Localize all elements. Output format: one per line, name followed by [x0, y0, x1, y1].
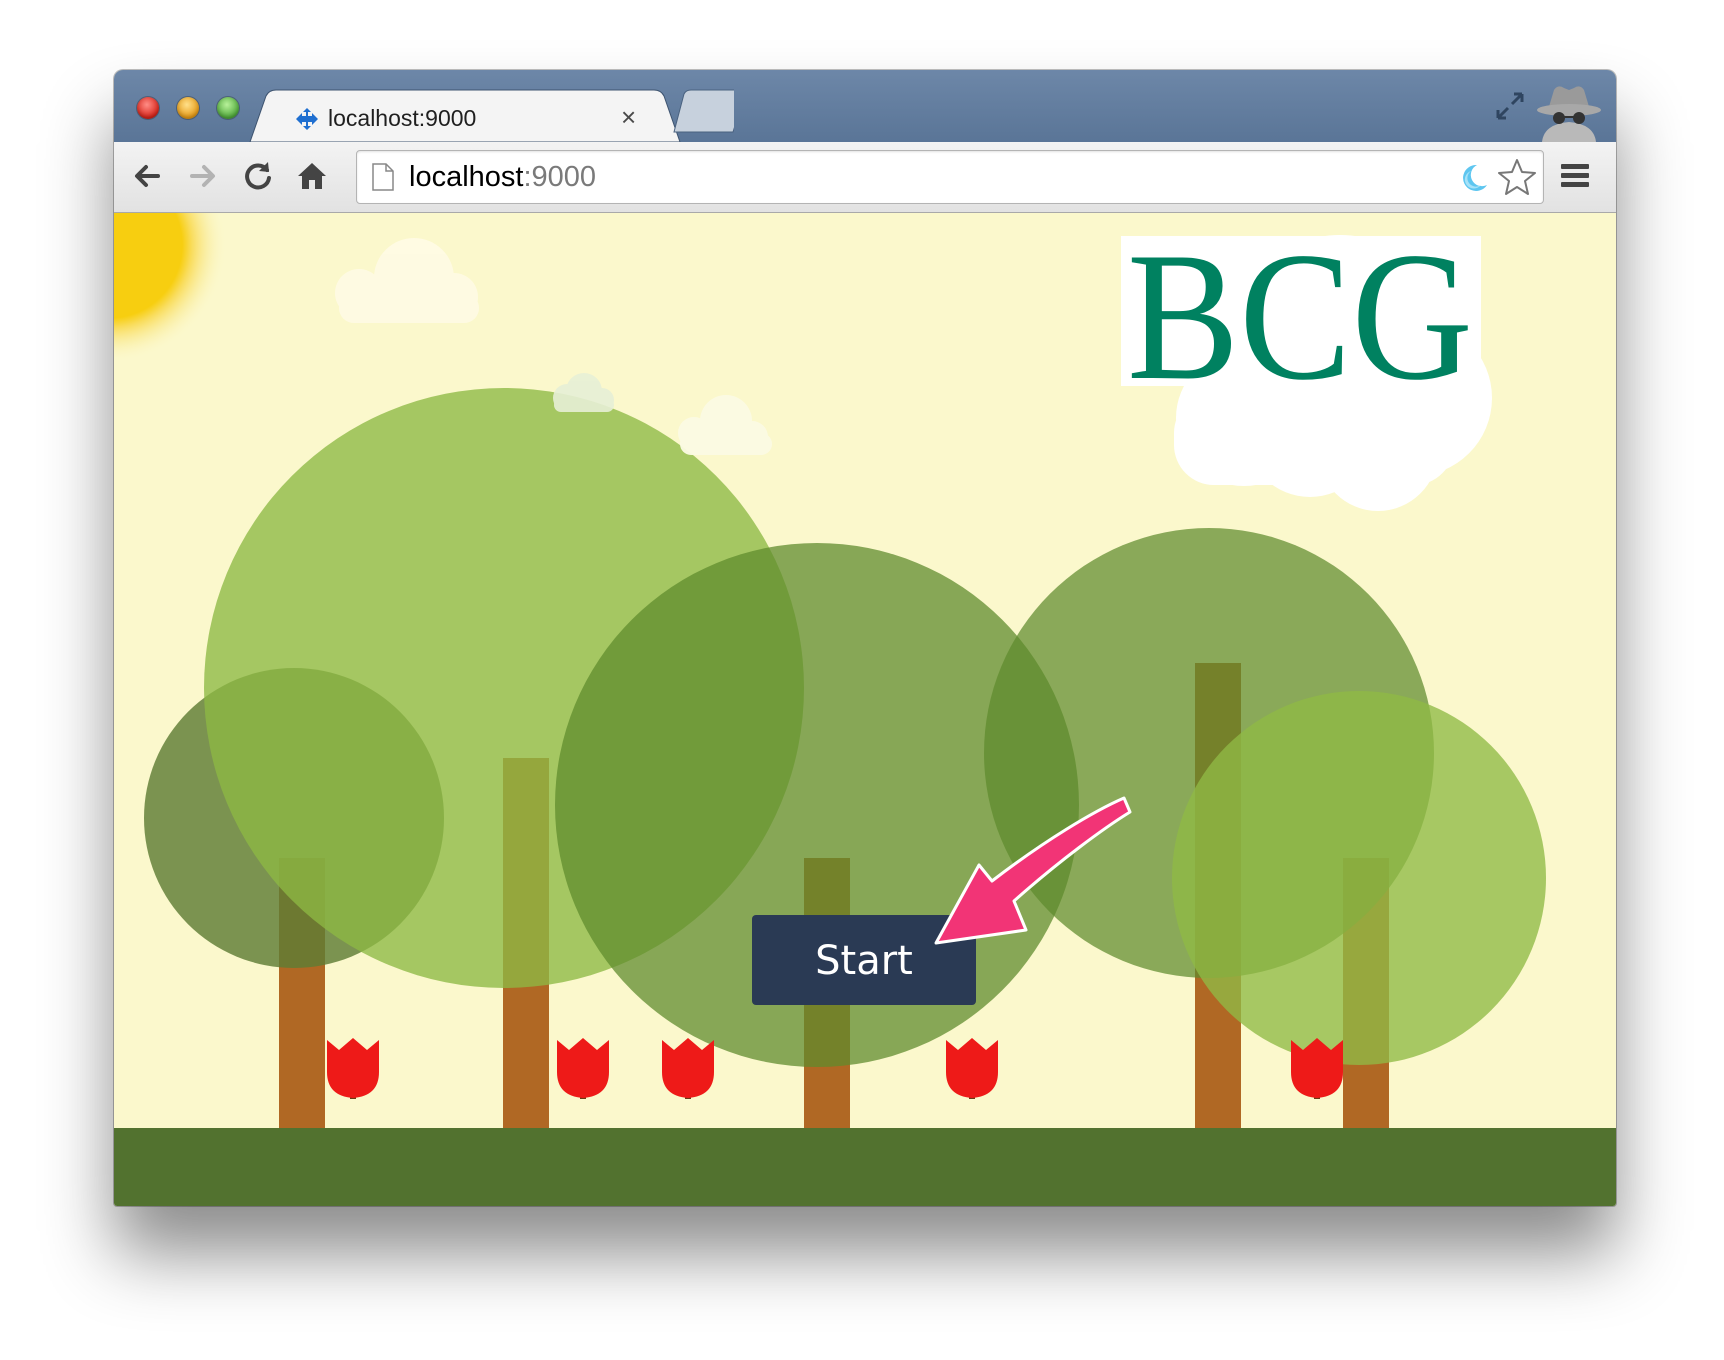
tulip — [557, 1038, 609, 1099]
menu-icon[interactable] — [1558, 159, 1592, 193]
tab-close-icon[interactable]: × — [621, 102, 636, 132]
ground — [114, 1128, 1616, 1206]
page-icon — [372, 163, 394, 191]
tree-canopy — [1172, 691, 1546, 1065]
extension-icon[interactable] — [1457, 161, 1491, 193]
fullscreen-icon[interactable] — [1494, 90, 1526, 122]
logo-text: BCG — [1127, 230, 1473, 390]
forward-arrow-icon[interactable] — [182, 156, 222, 196]
reload-icon[interactable] — [238, 156, 278, 196]
tulip — [946, 1038, 998, 1099]
tulip — [1291, 1038, 1343, 1099]
tab-title: localhost:9000 — [328, 105, 477, 131]
page-viewport: BCG Start — [114, 213, 1616, 1206]
new-tab-button[interactable] — [673, 89, 734, 133]
back-arrow-icon[interactable] — [128, 156, 168, 196]
url-text: localhost:9000 — [409, 161, 596, 193]
tulip — [327, 1038, 379, 1099]
incognito-icon — [1537, 86, 1601, 142]
address-bar[interactable]: localhost:9000 — [356, 150, 1544, 204]
tulip — [662, 1038, 714, 1099]
cloud-small — [553, 373, 614, 412]
sun — [114, 213, 227, 363]
start-button[interactable]: Start — [752, 915, 976, 1005]
home-icon[interactable] — [292, 156, 332, 196]
cloud-top-left — [335, 238, 479, 323]
puzzle-arrows-icon — [296, 108, 318, 130]
toolbar: localhost:9000 — [114, 142, 1616, 213]
title-bar: localhost:9000 × — [114, 70, 1616, 142]
url-host: localhost — [409, 161, 524, 193]
bookmark-star-icon[interactable] — [1497, 157, 1537, 197]
bcg-logo: BCG — [1121, 230, 1481, 390]
browser-window: localhost:9000 × localhost:9000 BCG Star… — [114, 70, 1616, 1206]
cloud-small — [678, 395, 772, 455]
url-port: :9000 — [523, 161, 597, 193]
